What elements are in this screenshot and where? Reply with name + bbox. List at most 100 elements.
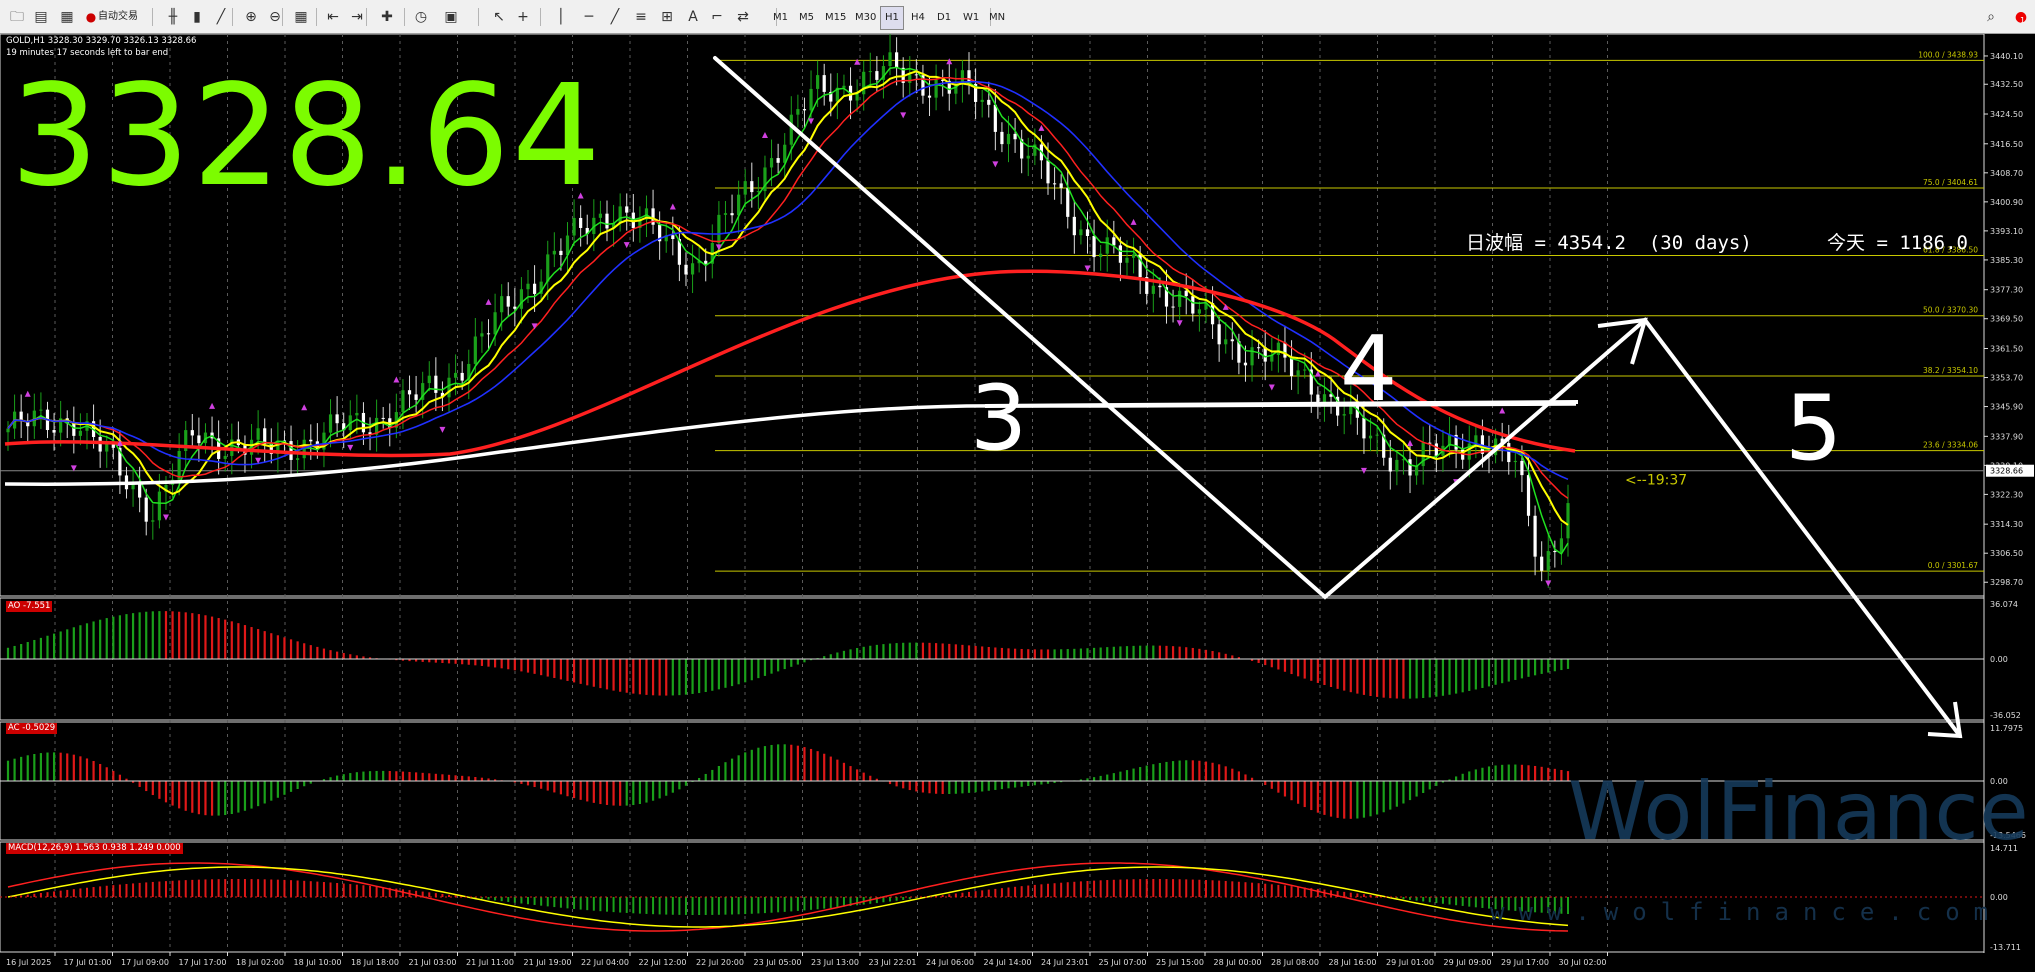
trendline-icon[interactable]: ╱ [604,6,626,28]
text-icon[interactable]: A [682,6,704,28]
fib-level-label: 50.0 / 3370.30 [1923,306,1978,315]
candle-body [1474,435,1478,444]
candle-body [1217,324,1221,345]
ac-indicator-label: AC -0.5029 [6,723,58,734]
channel-icon[interactable]: ≡ [630,6,652,28]
chart-shift-icon[interactable]: ⇤ [322,6,344,28]
profiles-icon[interactable]: ▤ [30,6,52,28]
timeframe-h1-button[interactable]: H1 [880,6,904,30]
zoom-in-icon[interactable]: ⊕ [240,6,262,28]
candle-body [1026,155,1030,159]
candle-body [1072,216,1076,236]
fib-level-label: 38.2 / 3354.10 [1923,366,1978,375]
candle-body [572,217,576,236]
tile-windows-icon[interactable]: ▦ [290,6,312,28]
candle-body [1401,459,1406,461]
candle-body [486,333,491,335]
timeframe-d1-button[interactable]: D1 [932,6,956,30]
candle-body [453,372,458,378]
time-axis-label: 23 Jul 22:01 [869,958,917,967]
candle-body [927,95,932,98]
time-axis-label: 23 Jul 05:00 [754,958,802,967]
candle-body [1178,290,1182,307]
today-range-label: 今天 = 1186.0 [1827,232,1968,254]
indicators-icon[interactable]: ✚ [376,6,398,28]
macd-scale-bottom: -13.711 [1990,943,2021,952]
timeframe-m15-button[interactable]: M15 [820,6,851,30]
candle-body [1184,290,1188,297]
candle-body [335,414,339,424]
timeframe-w1-button[interactable]: W1 [958,6,984,30]
timeframe-m5-button[interactable]: M5 [794,6,819,30]
candle-body [98,437,102,452]
candle-body [704,260,708,264]
candle-body [908,74,912,83]
line-chart-icon[interactable]: ╱ [210,6,232,28]
search-icon[interactable]: ⌕ [1980,6,2002,28]
horizontal-line-icon[interactable]: ─ [578,6,600,28]
time-axis-label: 22 Jul 04:00 [581,958,629,967]
candle-body [500,296,504,313]
open-folder-icon[interactable]: 🗀 [6,6,28,28]
candle-body [1375,434,1379,436]
arrows-icon[interactable]: ⇄ [732,6,754,28]
time-axis-label: 29 Jul 01:00 [1386,958,1434,967]
candle-body [690,263,695,275]
price-axis-label: 3314.30 [1990,520,2023,529]
candle-body [1197,309,1201,314]
main-toolbar: 🗀 ▤ ▦ ● ╫ ▮ ╱ ⊕ ⊖ ▦ ⇤ ⇥ ✚ ◷ ▣ ↖ + │ ─ ╱ ≡ ⊞ A ⌐ ⇄ ⌕ ● 自动交易 1 M1 M5 M15 M… [0,0,2035,34]
fib-icon[interactable]: ⊞ [656,6,678,28]
candle-body [460,372,464,381]
candle-body [546,254,550,282]
candle-body [52,430,56,433]
candle-body [355,412,359,416]
vertical-line-icon[interactable]: │ [550,6,572,28]
cursor-icon[interactable]: ↖ [488,6,510,28]
ao-indicator-label: AO -7.551 [6,601,53,612]
time-axis-label: 21 Jul 19:00 [524,958,572,967]
timeframe-m30-button[interactable]: M30 [850,6,881,30]
label-icon[interactable]: ⌐ [706,6,728,28]
candle-body [1415,466,1419,476]
macd-indicator-label: MACD(12,26,9) 1.563 0.938 1.249 0.000 [6,843,183,854]
candle-body [1388,457,1392,472]
bar-chart-icon[interactable]: ╫ [162,6,184,28]
periodicity-icon[interactable]: ◷ [410,6,432,28]
candle-body [1230,339,1234,342]
candle-chart-icon[interactable]: ▮ [186,6,208,28]
time-axis-label: 22 Jul 12:00 [639,958,687,967]
crosshair-icon[interactable]: + [512,6,534,28]
time-axis-label: 18 Jul 02:00 [236,958,284,967]
candle-body [743,181,747,195]
candle-body [559,250,563,256]
templates-icon[interactable]: ▣ [440,6,462,28]
daily-range-label: 日波幅 = 4354.2 (30 days) [1466,232,1752,254]
candle-body [401,390,405,413]
timeframe-mn-button[interactable]: MN [984,6,1010,30]
candle-body [1125,257,1129,263]
fib-level-label: 75.0 / 3404.61 [1923,178,1978,187]
auto-trading-button[interactable]: 自动交易 [98,6,138,28]
price-axis-label: 3298.70 [1990,578,2023,587]
watermark-logo: WolFinance [1568,765,2030,858]
candle-body [1000,131,1004,145]
candle-body [157,491,161,521]
candle-body [131,484,135,490]
candle-body [526,283,530,290]
price-axis-label: 3416.50 [1990,140,2023,149]
autoscroll-icon[interactable]: ⇥ [346,6,368,28]
candle-body [1276,342,1280,355]
price-axis-label: 3322.30 [1990,490,2023,499]
candle-body [309,439,313,442]
current-price-value: 3328.66 [1990,467,2023,476]
candle-body [855,94,859,101]
candle-body [1368,435,1373,439]
timeframe-h4-button[interactable]: H4 [906,6,930,30]
time-axis-label: 25 Jul 15:00 [1156,958,1204,967]
candle-body [1191,296,1195,314]
market-watch-icon[interactable]: ▦ [56,6,78,28]
candle-body [105,443,109,452]
time-axis-label: 24 Jul 23:01 [1041,958,1089,967]
timeframe-m1-button[interactable]: M1 [768,6,793,30]
candle-body [723,213,728,215]
